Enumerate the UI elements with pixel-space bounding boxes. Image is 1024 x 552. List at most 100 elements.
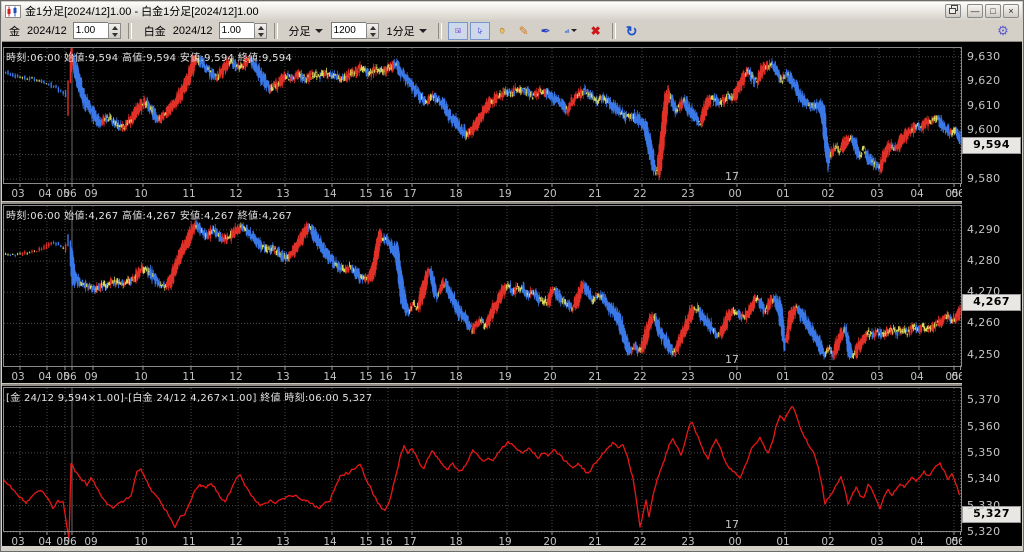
y-tick-label: 5,350 bbox=[967, 445, 1001, 459]
x-tick-label: 09 bbox=[84, 371, 97, 383]
panel-splitter[interactable] bbox=[2, 201, 1022, 204]
y-tick-label: 5,320 bbox=[967, 525, 1001, 538]
spin-up-icon[interactable] bbox=[367, 24, 378, 31]
maximize-button[interactable]: □ bbox=[985, 4, 1001, 18]
spin-down-icon[interactable] bbox=[255, 31, 266, 38]
y-tick-label: 5,360 bbox=[967, 419, 1001, 433]
x-tick-label: 03 bbox=[870, 371, 883, 383]
gold-contract: 2024/12 bbox=[27, 24, 67, 37]
x-tick-label: 02 bbox=[821, 188, 834, 200]
x-tick-label: 23 bbox=[681, 371, 694, 383]
platinum-contract: 2024/12 bbox=[172, 24, 213, 37]
y-tick-label: 5,340 bbox=[967, 472, 1001, 486]
spin-down-icon[interactable] bbox=[367, 31, 378, 38]
x-tick-label: 14 bbox=[323, 188, 337, 200]
x-tick-label: 19 bbox=[498, 371, 511, 383]
chevron-down-icon bbox=[314, 28, 323, 33]
x-tick-label: 06 bbox=[951, 371, 962, 383]
x-tick-label: 21 bbox=[588, 371, 601, 383]
pencil-tool-button[interactable]: ✎ bbox=[513, 21, 534, 40]
remove-indicator-button[interactable]: ✖ bbox=[585, 21, 606, 40]
x-tick-label: 18 bbox=[449, 188, 462, 200]
toolbar: 金 2024/12 白金 2024/12 分足 1分足 bbox=[2, 20, 1022, 42]
y-tick-label: 9,620 bbox=[967, 74, 1001, 88]
x-tick-label: 13 bbox=[276, 188, 289, 200]
bar-chart-icon bbox=[564, 28, 569, 33]
x-tick-label: 00 bbox=[728, 188, 741, 200]
x-tick-label: 11 bbox=[182, 188, 195, 200]
spin-down-icon[interactable] bbox=[109, 31, 120, 38]
x-tick-label: 23 bbox=[681, 188, 694, 200]
float-window-button[interactable] bbox=[945, 4, 961, 18]
indicator-menu-button[interactable] bbox=[557, 21, 584, 40]
x-tick-label: 18 bbox=[449, 371, 462, 383]
hand-tool-button[interactable] bbox=[491, 21, 512, 40]
chart-window: 金1分足[2024/12]1.00 - 白金1分足[2024/12]1.00 —… bbox=[0, 0, 1024, 552]
platinum-multiplier-input[interactable] bbox=[218, 22, 254, 39]
gold-multiplier-input[interactable] bbox=[72, 22, 108, 39]
refresh-button[interactable]: ↻ bbox=[621, 21, 642, 40]
minimize-button[interactable]: — bbox=[967, 4, 983, 18]
x-tick-label: 20 bbox=[543, 188, 556, 200]
bar-count-input[interactable] bbox=[330, 22, 366, 39]
chart-area: 03 04 05 06 09 10 11 12 13 14 15 16 17 18 19 20 21 22 23 00… bbox=[2, 42, 1022, 548]
crosshair-tool-button[interactable] bbox=[447, 21, 468, 40]
spin-up-icon[interactable] bbox=[109, 24, 120, 31]
gold-label: 金 bbox=[9, 25, 20, 38]
window-title: 金1分足[2024/12]1.00 - 白金1分足[2024/12]1.00 bbox=[25, 6, 259, 18]
bar-type-dropdown[interactable]: 分足 bbox=[286, 22, 326, 40]
y-tick-label: 9,600 bbox=[967, 123, 1001, 137]
bar-count-spinbox bbox=[330, 22, 379, 39]
x-tick-label: 14 bbox=[323, 371, 337, 383]
x-tick-label: 01 bbox=[776, 371, 789, 383]
x-tick-label: 09 bbox=[84, 188, 97, 200]
x-tick-label: 04 bbox=[910, 371, 924, 383]
delete-x-icon: ✖ bbox=[590, 23, 601, 38]
close-button[interactable]: × bbox=[1003, 4, 1019, 18]
x-tick-label: 17 bbox=[403, 188, 416, 200]
y-tick-label: 4,290 bbox=[967, 222, 1001, 236]
wrench-icon: ⚙ bbox=[997, 23, 1009, 38]
refresh-icon: ↻ bbox=[625, 22, 638, 39]
gold-multiplier-spinbox bbox=[72, 22, 121, 39]
date-label: 17 bbox=[725, 170, 739, 183]
pointer-tool-button[interactable] bbox=[469, 21, 490, 40]
window-bottom-edge bbox=[2, 546, 1022, 550]
x-tick-label: 06 bbox=[63, 188, 77, 200]
date-label: 17 bbox=[725, 353, 739, 366]
spread-line-chart[interactable]: 03 04 0506 09 10 11 12 13 14 15 16 17 18 19 20 21 22 23 00… bbox=[3, 387, 962, 548]
x-tick-label: 12 bbox=[229, 371, 242, 383]
pencil-icon: ✎ bbox=[518, 23, 529, 38]
x-tick-label: 16 bbox=[379, 188, 393, 200]
x-tick-label: 10 bbox=[134, 188, 147, 200]
toolbar-separator bbox=[273, 22, 278, 39]
platinum-chart-panel: 03 04 05 06 09 10 11 12 13 14 15 16 17 18 19 20 21 22 23 00… bbox=[3, 205, 962, 383]
settings-button[interactable]: ⚙ bbox=[993, 21, 1013, 40]
crosshair-chart-icon bbox=[455, 28, 461, 33]
interval-dropdown[interactable]: 1分足 bbox=[384, 22, 430, 40]
gold-ohlc-header: 時刻:06:00 始値:9,594 高値:9,594 安値:9,594 終値:9… bbox=[6, 53, 293, 64]
date-label: 17 bbox=[725, 518, 739, 531]
gold-chart-panel: 03 04 05 06 09 10 11 12 13 14 15 16 17 18 19 20 21 22 23 00… bbox=[3, 47, 962, 200]
x-tick-label: 22 bbox=[633, 371, 646, 383]
x-tick-label: 20 bbox=[543, 371, 556, 383]
overlapping-windows-icon bbox=[948, 5, 958, 14]
spin-up-icon[interactable] bbox=[255, 24, 266, 31]
x-tick-label: 06 bbox=[951, 188, 962, 200]
x-tick-label: 01 bbox=[776, 188, 789, 200]
gold-candlestick-chart[interactable]: 03 04 0506 09 10 11 12 13 14 15 16 17 18 19 20 21 22 23 00… bbox=[3, 47, 962, 200]
x-tick-label: 15 bbox=[359, 371, 372, 383]
x-tick-label: 22 bbox=[633, 188, 646, 200]
pen-nib-icon: ✒ bbox=[540, 23, 551, 38]
y-tick-label: 4,250 bbox=[967, 347, 1001, 361]
title-bar[interactable]: 金1分足[2024/12]1.00 - 白金1分足[2024/12]1.00 —… bbox=[2, 2, 1022, 21]
y-tick-label: 9,630 bbox=[967, 49, 1001, 63]
pen-tool-button[interactable]: ✒ bbox=[535, 21, 556, 40]
x-tick-label: 02 bbox=[821, 371, 834, 383]
x-tick-label: 03 bbox=[870, 188, 883, 200]
panel-splitter[interactable] bbox=[2, 383, 1022, 386]
platinum-candlestick-chart[interactable]: 03 04 0506 09 10 11 12 13 14 15 16 17 18 19 20 21 22 23 00… bbox=[3, 205, 962, 383]
gold-last-price-tag: 9,594 bbox=[962, 136, 1021, 154]
x-tick-label: 06 bbox=[63, 371, 77, 383]
y-tick-label: 4,280 bbox=[967, 254, 1001, 268]
